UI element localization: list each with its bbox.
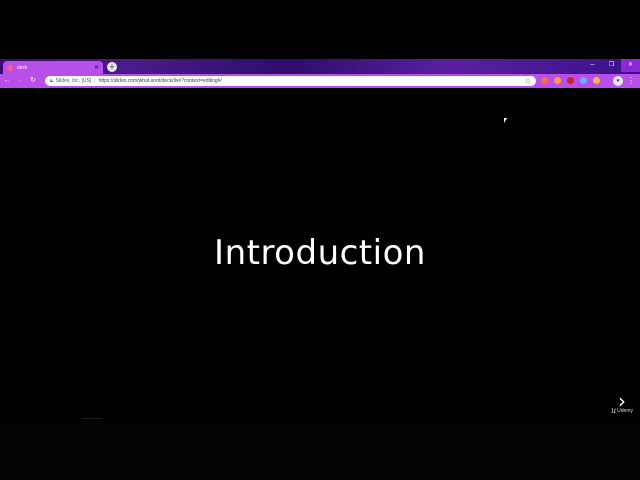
extensions-row (541, 77, 606, 84)
browser-tab[interactable]: deck ✕ (3, 61, 103, 74)
udemy-watermark: u Udemy (611, 406, 633, 415)
bottom-bar (0, 418, 640, 480)
url-text[interactable]: https://slides.com/what-snot/deck/live?c… (99, 78, 525, 84)
profile-avatar-icon[interactable]: ● (613, 76, 623, 86)
site-identity: Slides, Inc. [US] (55, 78, 92, 84)
watermark-text: Udemy (617, 407, 633, 414)
progress-indicator (82, 418, 102, 419)
udemy-logo-icon: u (611, 406, 617, 415)
browser-toolbar: ← → ↻ 🔒︎ Slides, Inc. [US] | https://sli… (0, 74, 640, 88)
minimize-button[interactable]: ─ (583, 59, 602, 72)
extension-icon[interactable] (593, 77, 600, 84)
extension-icon[interactable] (580, 77, 587, 84)
address-bar[interactable]: 🔒︎ Slides, Inc. [US] | https://slides.co… (45, 76, 536, 86)
close-tab-icon[interactable]: ✕ (94, 65, 99, 71)
forward-button[interactable]: → (14, 75, 26, 87)
slide-title: Introduction (214, 233, 426, 273)
bookmark-star-icon[interactable]: ☆ (525, 77, 531, 85)
reload-button[interactable]: ↻ (27, 75, 39, 87)
extension-icon[interactable] (541, 77, 548, 84)
slides-favicon-icon (7, 64, 13, 71)
lock-icon[interactable]: 🔒︎ (50, 78, 53, 84)
back-button[interactable]: ← (1, 75, 13, 87)
mouse-cursor-icon (504, 118, 507, 123)
browser-menu-icon[interactable]: ⋮ (627, 75, 635, 87)
extension-icon[interactable] (554, 77, 561, 84)
tab-title: deck (17, 64, 28, 71)
close-window-button[interactable]: ✕ (621, 59, 640, 72)
new-tab-button[interactable]: + (107, 62, 117, 72)
window-controls: ─ ❐ ✕ (583, 59, 640, 72)
address-separator: | (94, 78, 96, 84)
browser-chrome: deck ✕ + ─ ❐ ✕ ← → ↻ 🔒︎ Slides, Inc. [US… (0, 59, 640, 88)
tab-strip: deck ✕ + ─ ❐ ✕ (0, 59, 640, 74)
extension-icon[interactable] (567, 77, 574, 84)
restore-button[interactable]: ❐ (602, 59, 621, 72)
